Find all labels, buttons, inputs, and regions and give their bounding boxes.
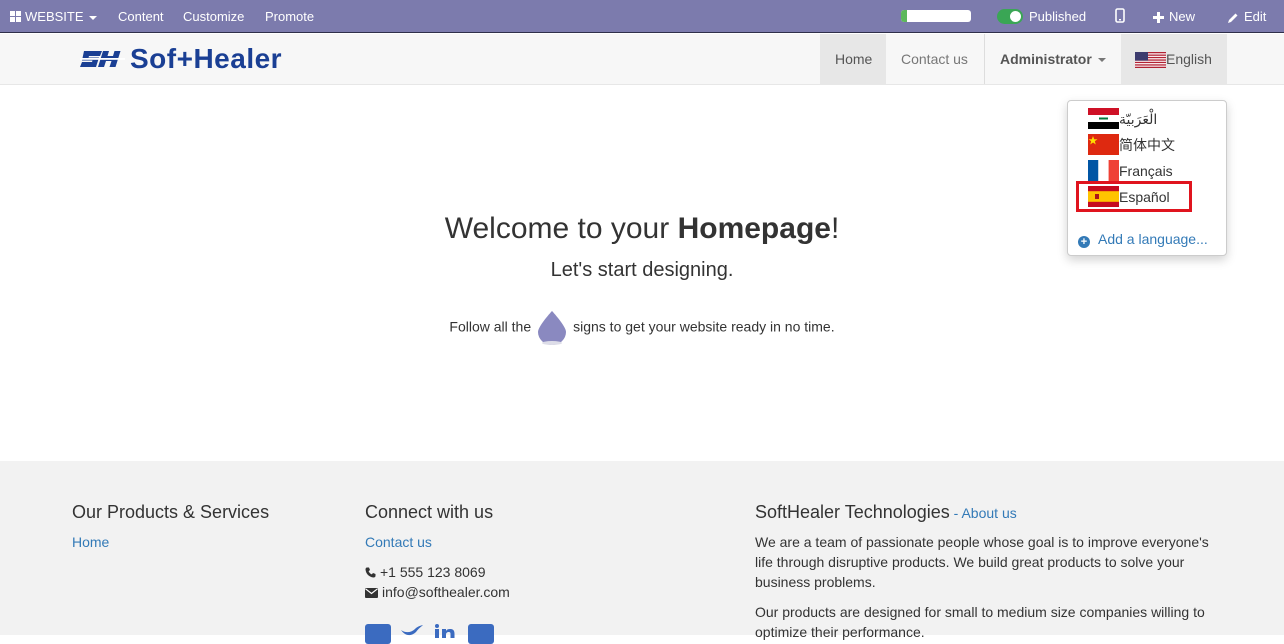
site-footer: Our Products & Services Home Connect wit… (0, 461, 1284, 644)
footer-about-paragraph-1: We are a team of passionate people whose… (755, 534, 1209, 590)
footer-products-heading: Our Products & Services (72, 502, 270, 522)
caret-down-icon (1097, 58, 1106, 63)
facebook-icon[interactable] (365, 624, 391, 644)
hero-subtitle: Let's start designing. (550, 259, 734, 281)
pencil-icon (1228, 13, 1238, 23)
language-option-arabic[interactable]: الْعَرَبيّة (1088, 108, 1157, 130)
footer-company-heading: SoftHealer Technologies - About us (755, 502, 1017, 523)
footer-email-text: info@softhealer.com (382, 584, 510, 600)
content-menu[interactable]: Content (118, 9, 164, 24)
envelope-icon (365, 588, 378, 598)
customize-menu[interactable]: Customize (183, 9, 244, 24)
droplet-sign-icon (538, 311, 567, 345)
website-menu[interactable]: WEBSITE (10, 9, 97, 24)
site-header: Sof+Healer Home Contact us Administrator… (0, 34, 1284, 85)
highlight-annotation-box (1076, 181, 1192, 212)
nav-home[interactable]: Home (820, 34, 886, 84)
footer-home-link[interactable]: Home (72, 534, 109, 550)
linkedin-icon[interactable] (434, 624, 460, 644)
follow-text-before: Follow all the (449, 318, 532, 335)
footer-company-name: SoftHealer Technologies (755, 502, 950, 522)
language-selector[interactable]: English (1121, 34, 1227, 84)
twitter-icon[interactable] (399, 624, 425, 644)
language-option-label: Français (1119, 163, 1173, 179)
seo-progress-bar[interactable] (901, 10, 971, 22)
mobile-preview-button[interactable] (1115, 8, 1125, 26)
nav-administrator[interactable]: Administrator (984, 34, 1121, 84)
france-flag-icon (1088, 160, 1119, 181)
footer-email: info@softhealer.com (365, 584, 510, 600)
language-option-label: الْعَرَبيّة (1119, 111, 1158, 127)
hero-title: Welcome to your Homepage! (0, 212, 1284, 246)
new-button-label: New (1169, 9, 1196, 24)
admin-bar: WEBSITE Content Customize Promote Publis… (0, 0, 1284, 33)
footer-connect-heading: Connect with us (365, 502, 494, 522)
seo-progress-fill (901, 10, 907, 22)
footer-phone: +1 555 123 8069 (365, 564, 486, 580)
promote-menu-label: Promote (265, 9, 315, 24)
us-flag-icon (1135, 52, 1166, 69)
follow-text-after: signs to get your website ready in no ti… (573, 318, 835, 335)
customize-menu-label: Customize (183, 9, 245, 24)
hero-title-bold: Homepage (677, 212, 831, 245)
language-selector-label: English (1166, 51, 1212, 67)
iraq-flag-icon (1088, 108, 1119, 129)
language-option-label: 简体中文 (1119, 137, 1175, 153)
nav-administrator-label: Administrator (1000, 51, 1092, 67)
hero-title-suffix: ! (830, 212, 840, 245)
logo-text: Sof+Healer (130, 43, 283, 74)
language-option-french[interactable]: Français (1088, 160, 1173, 182)
content-menu-label: Content (118, 9, 164, 24)
hero-title-prefix: Welcome to your (444, 212, 678, 245)
china-flag-icon (1088, 134, 1119, 155)
plus-icon (1153, 12, 1164, 24)
mobile-icon (1115, 8, 1125, 23)
footer-contact-link[interactable]: Contact us (365, 534, 432, 550)
twitter-bird-icon (401, 625, 423, 636)
footer-about-paragraph-2: Our products are designed for small to m… (755, 604, 1205, 640)
website-menu-label: WEBSITE (25, 9, 84, 24)
new-button[interactable]: New (1153, 9, 1195, 24)
nav-contact-us[interactable]: Contact us (886, 34, 984, 84)
skype-icon[interactable] (468, 624, 494, 644)
published-label: Published (1029, 9, 1087, 24)
apps-grid-icon (10, 11, 21, 22)
promote-menu[interactable]: Promote (265, 9, 314, 24)
about-separator: - (949, 505, 962, 521)
linkedin-in-icon (435, 624, 455, 638)
hero-follow-text: Follow all the signs to get your website … (0, 310, 1284, 346)
edit-button[interactable]: Edit (1227, 9, 1266, 24)
about-us-link[interactable]: About us (961, 505, 1016, 521)
language-option-chinese[interactable]: 简体中文 (1088, 134, 1175, 156)
footer-phone-text: +1 555 123 8069 (380, 564, 486, 580)
phone-icon (365, 567, 376, 578)
edit-button-label: Edit (1244, 9, 1267, 24)
toggle-knob (1010, 11, 1021, 22)
published-toggle[interactable] (997, 9, 1023, 24)
sh-logo-mark-icon (80, 51, 125, 67)
caret-down-icon (88, 15, 97, 20)
